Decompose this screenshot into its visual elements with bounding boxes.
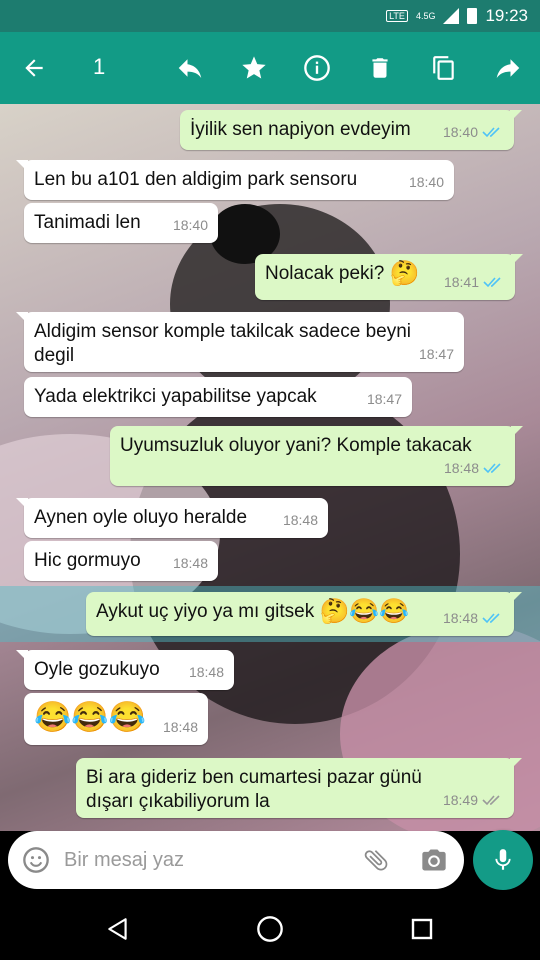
bubble-tail bbox=[510, 758, 522, 770]
selection-toolbar: 1 bbox=[0, 32, 540, 104]
android-navigation-bar bbox=[0, 897, 540, 960]
message-text: Len bu a101 den aldigim park sensoru bbox=[34, 169, 358, 190]
sent-ticks-icon bbox=[482, 795, 500, 806]
message-meta: 18:48 bbox=[444, 456, 505, 480]
signal-icon bbox=[443, 8, 460, 24]
message-meta: 18:48 bbox=[173, 551, 208, 575]
message-bubble-incoming[interactable]: Yada elektrikci yapabilitse yapcak 18:47 bbox=[24, 377, 412, 417]
nav-home-icon[interactable] bbox=[252, 911, 288, 947]
message-time: 18:41 bbox=[443, 274, 479, 290]
read-ticks-icon bbox=[483, 463, 501, 474]
selected-count: 1 bbox=[93, 54, 106, 79]
bubble-tail bbox=[510, 592, 522, 604]
message-time: 18:48 bbox=[188, 664, 224, 680]
bubble-tail bbox=[16, 160, 28, 172]
message-text-content: Nolacak peki? bbox=[265, 263, 385, 285]
read-ticks-icon bbox=[482, 127, 500, 138]
laughing-emoji: 🤔😂😂 bbox=[319, 598, 410, 625]
delete-icon[interactable] bbox=[362, 50, 398, 86]
laughing-emoji: 😂😂😂 bbox=[34, 701, 147, 734]
bubble-tail bbox=[16, 650, 28, 662]
message-text: Aynen oyle oluyo heralde bbox=[34, 507, 248, 528]
message-text: Aldigim sensor komple takilcak sadece be… bbox=[34, 321, 412, 366]
message-meta: 18:48 bbox=[283, 508, 318, 532]
message-bubble-incoming[interactable]: Oyle gozukuyo 18:48 bbox=[16, 650, 234, 690]
copy-icon[interactable] bbox=[426, 50, 462, 86]
message-time: 18:40 bbox=[172, 217, 208, 233]
mic-button[interactable] bbox=[473, 830, 533, 890]
message-meta: 18:48 bbox=[189, 660, 224, 684]
message-time: 18:48 bbox=[172, 555, 208, 571]
message-time: 18:47 bbox=[418, 346, 454, 362]
battery-icon bbox=[467, 8, 478, 24]
message-text: Uyumsuzluk oluyor yani? Komple takacak bbox=[120, 435, 472, 456]
message-meta: 18:47 bbox=[367, 387, 402, 411]
message-time: 18:48 bbox=[282, 512, 318, 528]
bubble-tail bbox=[16, 498, 28, 510]
lte-indicator: LTE bbox=[386, 10, 408, 22]
camera-icon[interactable] bbox=[418, 844, 450, 876]
bubble-tail bbox=[16, 312, 28, 324]
message-meta: 18:40 bbox=[443, 120, 504, 144]
message-time: 18:48 bbox=[442, 610, 478, 626]
message-bubble-incoming[interactable]: Len bu a101 den aldigim park sensoru 18:… bbox=[16, 160, 454, 200]
message-time: 18:47 bbox=[366, 391, 402, 407]
message-input[interactable] bbox=[64, 843, 344, 877]
message-bubble-incoming[interactable]: Tanimadi len 18:40 bbox=[24, 203, 218, 243]
status-icons: LTE 4.5G 19:23 bbox=[386, 0, 528, 32]
message-time: 18:49 bbox=[442, 792, 478, 808]
message-bubble-outgoing[interactable]: Bi ara gideriz ben cumartesi pazar günü … bbox=[76, 758, 522, 818]
message-bubble-outgoing[interactable]: Uyumsuzluk oluyor yani? Komple takacak 1… bbox=[110, 426, 523, 486]
message-bubble-outgoing[interactable]: İyilik sen napiyon evdeyim 18:40 bbox=[180, 110, 522, 150]
message-meta: 18:49 bbox=[443, 788, 504, 812]
read-ticks-icon bbox=[482, 613, 500, 624]
message-bubble-outgoing[interactable]: Nolacak peki? 🤔 18:41 bbox=[255, 254, 523, 300]
message-bubble-incoming[interactable]: 😂😂😂 18:48 bbox=[24, 693, 208, 745]
message-bubble-incoming[interactable]: Hic gormuyo 18:48 bbox=[24, 541, 218, 581]
nav-back-icon[interactable] bbox=[100, 911, 136, 947]
message-bubble-incoming[interactable]: Aldigim sensor komple takilcak sadece be… bbox=[16, 312, 464, 372]
message-meta: 18:41 bbox=[444, 270, 505, 294]
message-time: 18:40 bbox=[408, 174, 444, 190]
network-speed: 4.5G bbox=[415, 11, 436, 21]
thinking-emoji: 🤔 bbox=[389, 260, 420, 287]
emoji-icon[interactable] bbox=[20, 844, 52, 876]
message-meta: 18:40 bbox=[173, 213, 208, 237]
reply-icon[interactable] bbox=[172, 50, 208, 86]
bubble-tail bbox=[511, 426, 523, 438]
attach-icon[interactable] bbox=[360, 844, 392, 876]
bubble-tail bbox=[511, 254, 523, 266]
message-text: Bi ara gideriz ben cumartesi pazar günü … bbox=[86, 767, 422, 812]
chat-area[interactable]: İyilik sen napiyon evdeyim 18:40 Len bu … bbox=[0, 104, 540, 831]
message-bubble-outgoing-selected[interactable]: Aykut uç yiyo ya mı gitsek 🤔😂😂 18:48 bbox=[86, 592, 522, 636]
bubble-tail bbox=[510, 110, 522, 122]
message-composer bbox=[0, 831, 540, 897]
message-time: 18:48 bbox=[162, 719, 198, 735]
message-time: 18:48 bbox=[443, 460, 479, 476]
message-bubble-incoming[interactable]: Aynen oyle oluyo heralde 18:48 bbox=[16, 498, 328, 538]
nav-recents-icon[interactable] bbox=[404, 911, 440, 947]
forward-icon[interactable] bbox=[490, 50, 526, 86]
message-meta: 18:48 bbox=[443, 606, 504, 630]
message-time: 18:40 bbox=[442, 124, 478, 140]
status-bar: LTE 4.5G 19:23 bbox=[0, 0, 540, 32]
read-ticks-icon bbox=[483, 277, 501, 288]
message-text-content: Aykut uç yiyo ya mı gitsek bbox=[96, 601, 315, 623]
microphone-icon bbox=[495, 849, 511, 870]
info-icon[interactable] bbox=[299, 50, 335, 86]
star-icon[interactable] bbox=[236, 50, 272, 86]
back-arrow-icon[interactable] bbox=[16, 50, 52, 86]
message-meta: 18:47 bbox=[419, 342, 454, 366]
message-meta: 18:40 bbox=[409, 170, 444, 194]
message-text: Yada elektrikci yapabilitse yapcak bbox=[34, 386, 317, 407]
message-meta: 18:48 bbox=[163, 715, 198, 739]
clock: 19:23 bbox=[485, 6, 528, 25]
message-input-container bbox=[8, 831, 464, 889]
